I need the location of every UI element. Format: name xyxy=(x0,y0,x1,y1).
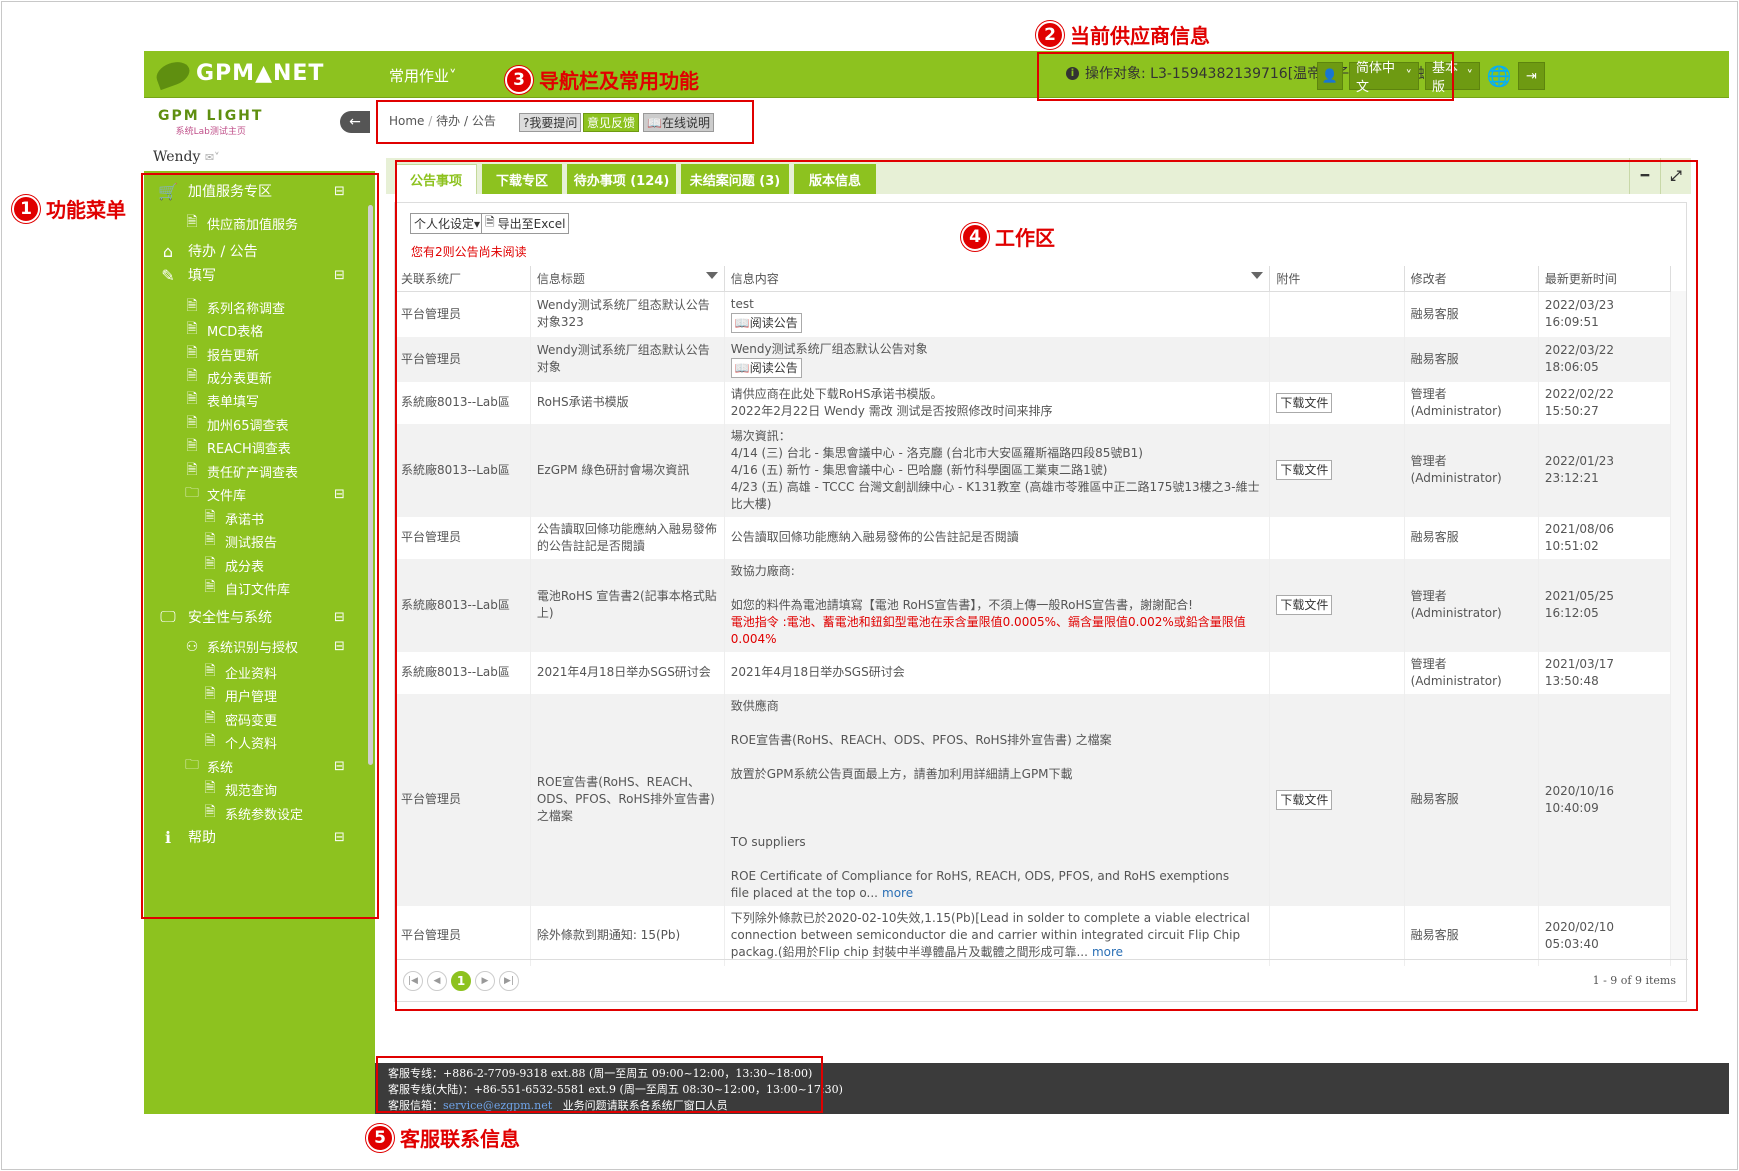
callout-3: 3 导航栏及常用功能 xyxy=(505,65,699,94)
user-menu[interactable]: Wendy ✉˅ xyxy=(153,149,220,165)
collapse-sidebar-button[interactable]: ← xyxy=(340,111,370,133)
gpm-net-logo: GPM▲NET xyxy=(153,57,324,90)
annotation-box-support xyxy=(376,1056,823,1113)
mail-icon: ✉˅ xyxy=(204,151,220,164)
callout-2: 2 当前供应商信息 xyxy=(1036,20,1210,49)
leaf-icon xyxy=(153,57,193,90)
callout-5: 5 客服联系信息 xyxy=(366,1123,520,1152)
common-tasks-menu[interactable]: 常用作业˅ xyxy=(389,65,457,86)
arrow-left-icon: ← xyxy=(349,114,361,130)
callout-1: 1 功能菜单 xyxy=(12,194,126,223)
gpm-light-logo: GPM LIGHT 系统Lab测试主页 xyxy=(158,108,264,137)
callout-4: 4 工作区 xyxy=(961,222,1055,251)
chevron-down-icon: ˅ xyxy=(1466,68,1474,84)
globe-icon[interactable]: 🌐 xyxy=(1486,62,1512,90)
chevron-down-icon: ˅ xyxy=(449,67,457,85)
annotation-box-workspace xyxy=(395,160,1698,1011)
sidebar-header: GPM LIGHT 系统Lab测试主页 ← Wendy ✉˅ xyxy=(144,98,375,171)
logout-button[interactable]: ⇥ xyxy=(1518,62,1545,90)
annotation-box-supplier xyxy=(1037,52,1454,101)
annotation-box-nav xyxy=(376,100,754,144)
annotation-box-menu xyxy=(141,173,379,919)
top-bar: GPM▲NET 常用作业˅ i 操作对象: L3-1594382139716[温帝… xyxy=(144,51,1729,98)
logout-icon: ⇥ xyxy=(1526,68,1537,84)
